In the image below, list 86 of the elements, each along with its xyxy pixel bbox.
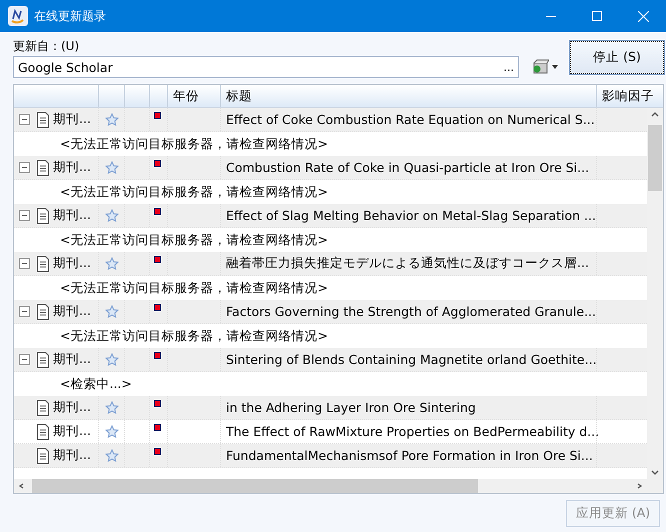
stop-button[interactable]: 停止 (S): [570, 41, 664, 74]
browse-button[interactable]: ...: [504, 60, 514, 74]
status-message: <无法正常访问目标服务器，请检查网络情况>: [60, 136, 328, 152]
scroll-left-icon[interactable]: [18, 483, 26, 489]
star-icon[interactable]: [105, 424, 119, 438]
vertical-scrollbar[interactable]: [647, 108, 663, 479]
column-header[interactable]: 年份: [167, 85, 220, 107]
flag-icon: [154, 352, 161, 358]
collapse-icon[interactable]: [19, 114, 30, 125]
star-icon[interactable]: [105, 352, 119, 366]
flag-icon: [154, 304, 161, 310]
record-type: 期刊...: [53, 111, 91, 128]
status-message: <无法正常访问目标服务器，请检查网络情况>: [60, 280, 328, 296]
star-icon[interactable]: [105, 448, 119, 462]
flag-icon: [154, 400, 161, 406]
status-message: <检索中...>: [60, 376, 132, 392]
record-title: FundamentalMechanismsof Pore Formation in Iron Ore Si...: [225, 448, 593, 463]
scroll-right-icon[interactable]: [635, 483, 643, 489]
table-row[interactable]: 期刊... Effect of Coke Combustion Rate Equation on Numerical S...: [14, 108, 647, 132]
record-type: 期刊...: [53, 303, 91, 320]
star-icon[interactable]: [105, 304, 119, 318]
document-icon: [36, 304, 50, 320]
table-row[interactable]: 期刊... 融着帯圧力損失推定モデルによる通気性に及ぼすコークス層...: [14, 252, 647, 276]
scroll-thumb[interactable]: [648, 125, 662, 191]
record-title: Effect of Slag Melting Behavior on Metal-Slag Separation ...: [225, 208, 596, 223]
status-message: <无法正常访问目标服务器，请检查网络情况>: [60, 232, 328, 248]
document-icon: [36, 400, 50, 416]
record-title: Combustion Rate of Coke in Quasi-particle at Iron Ore Si...: [225, 160, 590, 175]
document-icon: [36, 160, 50, 176]
record-type: 期刊...: [53, 207, 91, 224]
star-icon[interactable]: [105, 208, 119, 222]
source-label: 更新自：(U): [13, 38, 80, 55]
star-icon[interactable]: [105, 112, 119, 126]
scroll-thumb[interactable]: [32, 479, 478, 493]
star-icon[interactable]: [105, 256, 119, 270]
table-row[interactable]: 期刊... in the Adhering Layer Iron Ore Sintering: [14, 396, 647, 420]
column-header[interactable]: 影响因子: [596, 85, 663, 107]
document-icon: [36, 352, 50, 368]
collapse-icon[interactable]: [19, 306, 30, 317]
record-title: Sintering of Blends Containing Magnetite orland Goethite...: [225, 352, 597, 367]
table-row[interactable]: 期刊... Factors Governing the Strength of Agglomerated Granule...: [14, 300, 647, 324]
table-row[interactable]: 期刊... FundamentalMechanismsof Pore Formation in Iron Ore Si...: [14, 444, 647, 468]
scroll-up-icon[interactable]: [651, 111, 659, 117]
flag-icon: [154, 448, 161, 454]
flag-icon: [154, 424, 161, 430]
star-icon[interactable]: [105, 160, 119, 174]
source-field[interactable]: Google Scholar ...: [13, 56, 519, 78]
record-title: The Effect of RawMixture Properties on BedPermeability d...: [225, 424, 600, 439]
status-message: <无法正常访问目标服务器，请检查网络情况>: [60, 184, 328, 200]
window-title: 在线更新题录: [34, 8, 107, 24]
collapse-icon[interactable]: [19, 258, 30, 269]
record-type: 期刊...: [53, 159, 91, 176]
document-icon: [36, 424, 50, 440]
status-message: <无法正常访问目标服务器，请检查网络情况>: [60, 328, 328, 344]
document-icon: [36, 256, 50, 272]
close-icon[interactable]: [638, 10, 648, 22]
column-header[interactable]: 标题: [220, 85, 596, 107]
maximize-icon[interactable]: [592, 11, 602, 21]
record-title: in the Adhering Layer Iron Ore Sintering: [225, 400, 476, 415]
app-logo-icon: [8, 6, 28, 26]
collapse-icon[interactable]: [19, 354, 30, 365]
record-type: 期刊...: [53, 447, 91, 464]
flag-icon: [154, 112, 161, 118]
flag-icon: [154, 208, 161, 214]
collapse-icon[interactable]: [19, 162, 30, 173]
collapse-icon[interactable]: [19, 210, 30, 221]
record-type: 期刊...: [53, 423, 91, 440]
flag-icon: [154, 160, 161, 166]
record-type: 期刊...: [53, 351, 91, 368]
star-icon[interactable]: [105, 400, 119, 414]
table-row[interactable]: 期刊... Sintering of Blends Containing Magnetite orland Goethite...: [14, 348, 647, 372]
record-type: 期刊...: [53, 399, 91, 416]
record-title: Factors Governing the Strength of Agglomerated Granule...: [225, 304, 596, 319]
document-icon: [36, 448, 50, 464]
record-title: Effect of Coke Combustion Rate Equation on Numerical S...: [225, 112, 595, 127]
flag-icon: [154, 256, 161, 262]
table-row[interactable]: 期刊... Effect of Slag Melting Behavior on Metal-Slag Separation ...: [14, 204, 647, 228]
record-type: 期刊...: [53, 255, 91, 272]
document-icon: [36, 112, 50, 128]
database-icon: [531, 59, 549, 75]
document-icon: [36, 208, 50, 224]
scroll-down-icon[interactable]: [651, 470, 659, 476]
horizontal-scrollbar[interactable]: [14, 479, 647, 493]
record-title: 融着帯圧力損失推定モデルによる通気性に及ぼすコークス層...: [225, 255, 589, 272]
table-row[interactable]: 期刊... Combustion Rate of Coke in Quasi-particle at Iron Ore Si...: [14, 156, 647, 180]
caret-icon: [552, 65, 558, 69]
